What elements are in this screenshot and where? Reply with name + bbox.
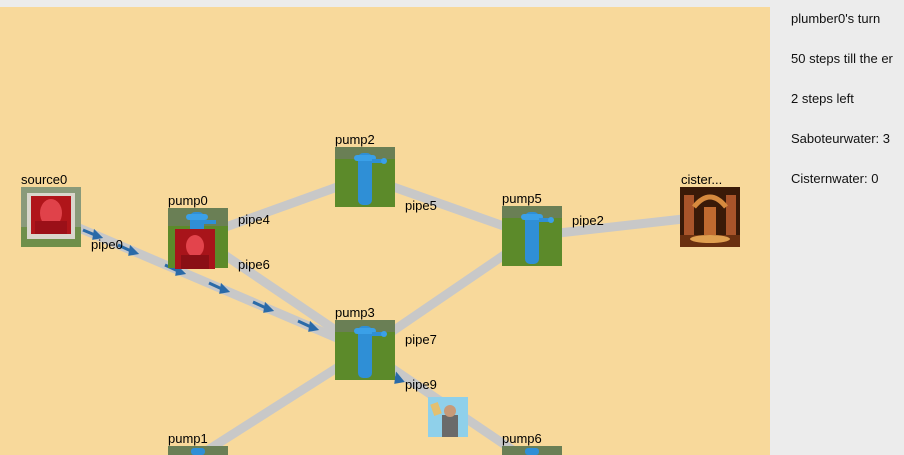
pump0-label: pump0 xyxy=(168,193,208,208)
pump6-label: pump6 xyxy=(502,431,542,446)
cistern-label: cister... xyxy=(681,172,723,187)
pump-icon xyxy=(502,206,562,266)
source0-node[interactable] xyxy=(21,187,81,247)
steps-left: 2 steps left xyxy=(791,91,854,106)
pump2-label: pump2 xyxy=(335,132,375,147)
pump-icon xyxy=(335,320,395,380)
status-panel: plumber0's turn 50 steps till the er 2 s… xyxy=(770,0,904,455)
cistern-water: Cisternwater: 0 xyxy=(791,171,879,186)
pipe7-label: pipe7 xyxy=(405,332,437,347)
pipe9-label: pipe9 xyxy=(405,377,437,392)
pipe-network xyxy=(49,172,711,455)
pump2-node[interactable] xyxy=(335,147,395,207)
game-board[interactable]: source0 pump0 pump2 pump3 pump5 cister..… xyxy=(0,7,770,455)
pump-icon xyxy=(168,446,228,455)
pipe5-label: pipe5 xyxy=(405,198,437,213)
pump3-node[interactable] xyxy=(335,320,395,380)
pump5-label: pump5 xyxy=(502,191,542,206)
pump-icon xyxy=(335,147,395,207)
pump6-node[interactable] xyxy=(502,446,562,455)
pump3-label: pump3 xyxy=(335,305,375,320)
pump1-label: pump1 xyxy=(168,431,208,446)
pipe2-label: pipe2 xyxy=(572,213,604,228)
pipe4-label: pipe4 xyxy=(238,212,270,227)
pump5-node[interactable] xyxy=(502,206,562,266)
pump1-node[interactable] xyxy=(168,446,228,455)
pipe0-label: pipe0 xyxy=(91,237,123,252)
cistern-node[interactable] xyxy=(680,187,740,247)
steps-till-end: 50 steps till the er xyxy=(791,51,893,66)
source0-label: source0 xyxy=(21,172,68,187)
turn-indicator: plumber0's turn xyxy=(791,11,881,26)
pump-icon xyxy=(502,446,562,455)
player-portrait-icon xyxy=(175,229,215,269)
cistern-icon xyxy=(680,187,740,247)
saboteur-water: Saboteurwater: 3 xyxy=(791,131,891,146)
plumber0-avatar[interactable] xyxy=(175,229,215,269)
window-top-strip xyxy=(0,0,904,7)
saboteur-portrait-icon xyxy=(428,397,468,437)
source-icon xyxy=(21,187,81,247)
saboteur-avatar[interactable] xyxy=(428,397,468,437)
pipe6-label: pipe6 xyxy=(238,257,270,272)
